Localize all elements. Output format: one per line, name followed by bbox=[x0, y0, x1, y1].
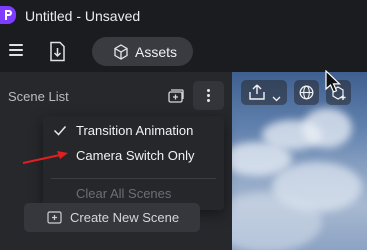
menu-item-transition-animation[interactable]: Transition Animation bbox=[43, 119, 224, 143]
more-options-button[interactable] bbox=[193, 81, 224, 110]
share-button[interactable] bbox=[241, 80, 287, 105]
more-vertical-icon bbox=[207, 89, 210, 104]
assets-button[interactable]: Assets bbox=[92, 37, 193, 66]
menu-item-label: Camera Switch Only bbox=[76, 148, 195, 163]
globe-button[interactable] bbox=[294, 80, 319, 105]
create-new-scene-label: Create New Scene bbox=[70, 210, 180, 225]
cube-icon bbox=[113, 44, 129, 65]
chevron-down-icon bbox=[272, 89, 281, 107]
hamburger-menu-icon[interactable] bbox=[9, 44, 23, 58]
annotation-arrow-icon bbox=[20, 146, 70, 171]
scene-options-dropdown: Transition Animation Camera Switch Only … bbox=[43, 116, 224, 210]
menu-item-label: Clear All Scenes bbox=[76, 186, 172, 201]
scene-list-title: Scene List bbox=[8, 89, 69, 104]
add-scene-icon[interactable] bbox=[168, 89, 184, 108]
mouse-cursor-icon bbox=[325, 69, 341, 99]
globe-icon bbox=[299, 85, 314, 105]
assets-label: Assets bbox=[135, 44, 178, 60]
app-logo-icon bbox=[0, 6, 16, 24]
share-icon bbox=[248, 84, 266, 106]
file-import-icon[interactable] bbox=[48, 41, 68, 63]
window-title: Untitled - Unsaved bbox=[25, 8, 141, 24]
menu-item-camera-switch-only[interactable]: Camera Switch Only bbox=[43, 144, 224, 168]
menu-item-label: Transition Animation bbox=[76, 123, 194, 138]
add-scene-icon bbox=[47, 211, 62, 229]
create-new-scene-button[interactable]: Create New Scene bbox=[24, 203, 200, 232]
menu-divider bbox=[51, 178, 216, 179]
checkmark-icon bbox=[53, 124, 67, 139]
